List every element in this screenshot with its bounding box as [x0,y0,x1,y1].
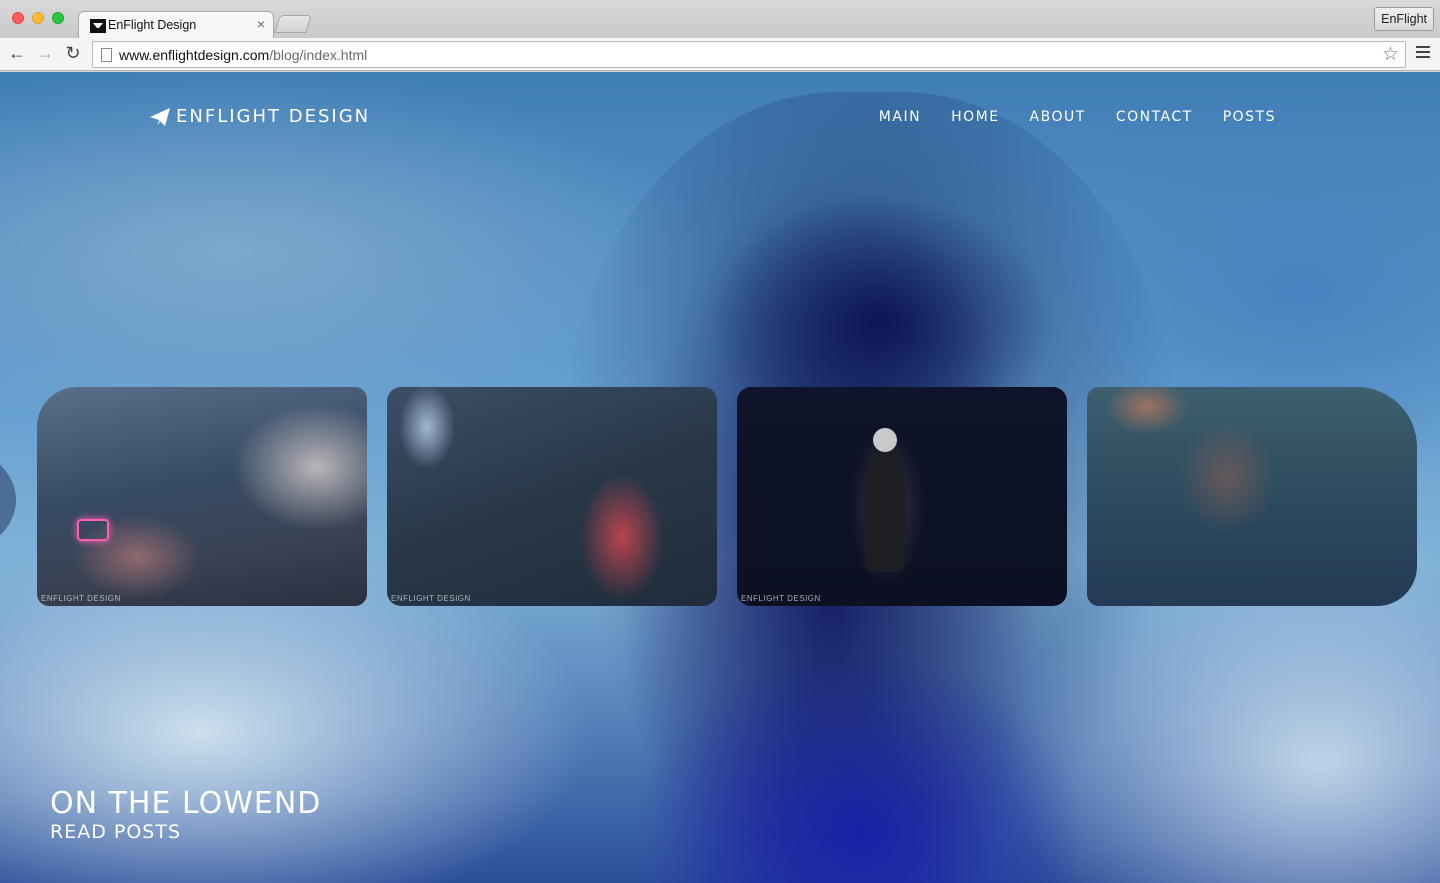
forward-arrow-icon[interactable]: → [34,42,56,64]
brand-logo-link[interactable]: ENFLIGHT DESIGN [150,106,370,127]
read-posts-link[interactable]: READ POSTS [50,820,321,844]
performer-figure [865,428,905,572]
carousel-card[interactable] [1087,387,1417,606]
browser-menu-icon[interactable] [1416,46,1430,58]
nav-about[interactable]: ABOUT [1030,109,1086,125]
carousel-card[interactable]: ENFLIGHT DESIGN [37,387,367,606]
nav-posts[interactable]: POSTS [1223,109,1276,125]
address-bar[interactable]: www.enflightdesign.com/blog/index.html ☆ [92,41,1406,68]
carousel-prev-peek[interactable] [0,435,16,565]
tab-close-icon[interactable]: × [257,16,265,32]
photo-carousel: ENFLIGHT DESIGN ENFLIGHT DESIGN ENFLIGHT… [0,387,1440,607]
site-header: ENFLIGHT DESIGN MAIN HOME ABOUT CONTACT … [0,72,1440,162]
profile-button[interactable]: EnFlight [1374,7,1434,31]
window-maximize-button[interactable] [52,12,64,24]
window-close-button[interactable] [12,12,24,24]
reload-icon[interactable]: ↻ [62,42,84,64]
hero-caption: ON THE LOWEND READ POSTS [50,788,321,844]
paper-plane-icon [150,107,170,126]
nav-home[interactable]: HOME [951,109,999,125]
bookmark-star-icon[interactable]: ☆ [1382,43,1399,66]
page-icon [101,48,112,62]
main-nav: MAIN HOME ABOUT CONTACT POSTS [879,109,1276,125]
hero-title: ON THE LOWEND [50,786,322,821]
nav-main[interactable]: MAIN [879,109,921,125]
new-tab-button[interactable] [274,15,312,33]
browser-tab[interactable]: EnFlight Design × [78,11,274,39]
brand-name: ENFLIGHT DESIGN [176,106,371,127]
url-path: /blog/index.html [269,47,368,63]
neon-sign-shape [77,519,109,541]
card-watermark: ENFLIGHT DESIGN [391,594,471,603]
carousel-card[interactable]: ENFLIGHT DESIGN [737,387,1067,606]
page-viewport: ENFLIGHT DESIGN MAIN HOME ABOUT CONTACT … [0,72,1440,883]
tab-title: EnFlight Design [108,18,197,32]
url-host: www.enflightdesign.com [119,47,270,63]
window-minimize-button[interactable] [32,12,44,24]
card-watermark: ENFLIGHT DESIGN [41,594,121,603]
carousel-card[interactable]: ENFLIGHT DESIGN [387,387,717,606]
card-watermark: ENFLIGHT DESIGN [741,594,821,603]
back-arrow-icon[interactable]: ← [6,42,28,64]
site-favicon-icon [90,19,106,33]
browser-toolbar: ← → ↻ www.enflightdesign.com/blog/index.… [0,38,1440,71]
browser-titlebar: EnFlight Design × EnFlight [0,0,1440,39]
nav-contact[interactable]: CONTACT [1116,109,1193,125]
url-text[interactable]: www.enflightdesign.com/blog/index.html [119,47,367,63]
